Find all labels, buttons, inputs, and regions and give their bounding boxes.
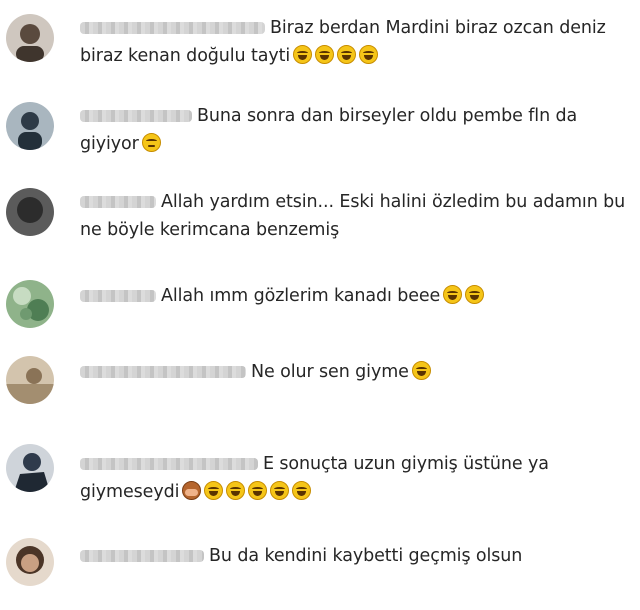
username-blurred[interactable] (80, 550, 204, 562)
thinking-face-emoji-icon (141, 133, 161, 152)
username-blurred[interactable] (80, 290, 156, 302)
avatar[interactable] (6, 14, 54, 62)
laughing-tears-emoji-icon (293, 45, 313, 64)
username-blurred[interactable] (80, 110, 192, 122)
avatar[interactable] (6, 538, 54, 586)
avatar[interactable] (6, 356, 54, 404)
laughing-tears-emoji-icon (204, 481, 224, 500)
avatar[interactable] (6, 102, 54, 150)
username-blurred[interactable] (80, 366, 246, 378)
avatar-image (6, 14, 54, 62)
laughing-tears-emoji-icon (337, 45, 357, 64)
username-blurred[interactable] (80, 196, 156, 208)
laughing-tears-emoji-icon (359, 45, 379, 64)
comment-text: Bu da kendini kaybetti geçmiş olsun (80, 542, 636, 570)
comment-text: Buna sonra dan birseyler oldu pembe fln … (80, 102, 636, 158)
avatar-image (6, 356, 54, 404)
comment-body: Allah ımm gözlerim kanadı beee (161, 286, 441, 306)
laughing-tears-emoji-icon (315, 45, 335, 64)
avatar-image (6, 188, 54, 236)
see-no-evil-monkey-emoji-icon (182, 481, 202, 500)
avatar-image (6, 280, 54, 328)
laughing-tears-emoji-icon (292, 481, 312, 500)
laughing-tears-emoji-icon (465, 285, 485, 304)
laughing-tears-emoji-icon (443, 285, 463, 304)
avatar[interactable] (6, 280, 54, 328)
laughing-tears-emoji-icon (226, 481, 246, 500)
laughing-tears-emoji-icon (248, 481, 268, 500)
laughing-tears-emoji-icon (411, 361, 431, 380)
comment-text: E sonuçta uzun giymiş üstüne ya giymesey… (80, 450, 636, 506)
comment-text: Biraz berdan Mardini biraz ozcan deniz b… (80, 14, 636, 70)
comment-body: Ne olur sen giyme (251, 362, 409, 382)
comment-body: Allah yardım etsin... Eski halini özledi… (80, 192, 626, 240)
avatar-image (6, 102, 54, 150)
comment-text: Allah yardım etsin... Eski halini özledi… (80, 188, 636, 244)
comment-text: Allah ımm gözlerim kanadı beee (80, 282, 636, 310)
avatar[interactable] (6, 444, 54, 492)
avatar[interactable] (6, 188, 54, 236)
comment-text: Ne olur sen giyme (80, 358, 636, 386)
avatar-image (6, 444, 54, 492)
comment-body: Bu da kendini kaybetti geçmiş olsun (209, 546, 523, 566)
avatar-image (6, 538, 54, 586)
laughing-tears-emoji-icon (270, 481, 290, 500)
username-blurred[interactable] (80, 22, 265, 34)
username-blurred[interactable] (80, 458, 258, 470)
